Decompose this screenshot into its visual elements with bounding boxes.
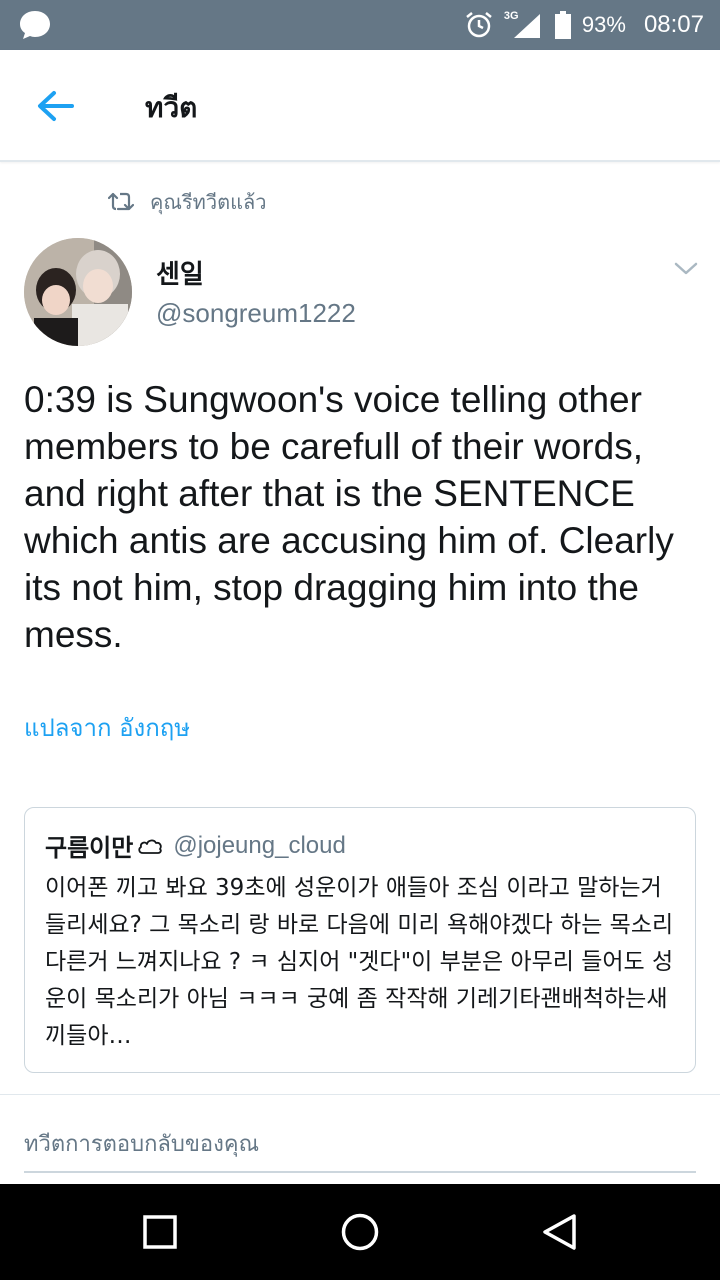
author-handle[interactable]: @songreum1222 [156, 298, 356, 329]
quote-author-handle: @jojeung_cloud [173, 831, 346, 859]
avatar[interactable] [24, 238, 132, 346]
divider [0, 1094, 720, 1095]
retweet-label: คุณรีทวีตแล้ว [150, 190, 267, 214]
page-title: ทวีต [145, 91, 198, 124]
quoted-tweet-card[interactable]: 구름이만 @jojeung_cloud 이어폰 끼고 봐요 39초에 성운이가 … [24, 807, 696, 1073]
clock: 08:07 [643, 11, 704, 38]
signal-icon: 3G [504, 10, 544, 40]
recents-square-icon[interactable] [142, 1214, 178, 1250]
back-triangle-icon[interactable] [540, 1212, 578, 1252]
author-name[interactable]: 센일 [156, 254, 204, 291]
reply-input-underline [24, 1171, 696, 1173]
app-header: ทวีต [0, 50, 720, 162]
quote-author-name: 구름이만 [45, 834, 134, 862]
alarm-icon [466, 12, 492, 38]
chevron-down-icon[interactable] [672, 258, 700, 278]
chat-bubble-icon [20, 11, 50, 39]
tweet-text: 0:39 is Sungwoon's voice telling other m… [24, 379, 674, 655]
battery-percent: 93% [581, 12, 626, 37]
arrow-left-icon[interactable] [36, 88, 76, 124]
reply-input[interactable]: ทวีตการตอบกลับของคุณ [24, 1126, 259, 1161]
retweet-icon [108, 192, 134, 211]
retweet-context: คุณรีทวีตแล้ว [108, 188, 266, 216]
system-nav-bar [0, 1184, 720, 1280]
battery-icon [554, 11, 571, 39]
translate-link[interactable]: แปลจาก อังกฤษ [24, 708, 190, 747]
home-circle-icon[interactable] [340, 1212, 380, 1252]
cloud-icon [138, 839, 163, 854]
quote-header: 구름이만 @jojeung_cloud [45, 828, 346, 863]
status-bar: 3G 93% 08:07 [0, 0, 720, 50]
quote-text: 이어폰 끼고 봐요 39초에 성운이가 애들아 조심 이라고 말하는거 들리세요… [45, 875, 674, 1049]
